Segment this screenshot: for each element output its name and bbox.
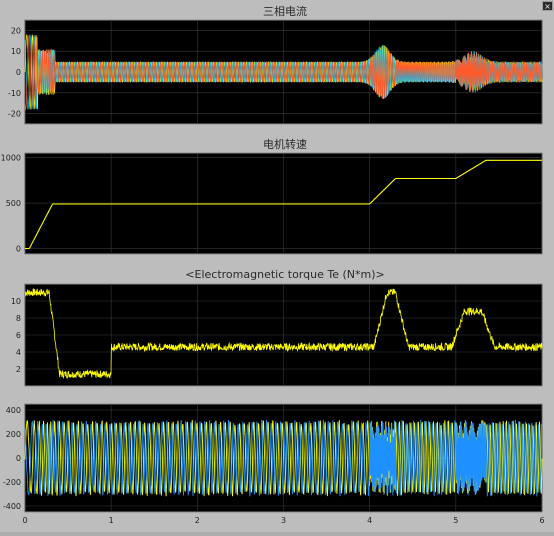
plot-title-speed: 电机转速 [263, 137, 307, 151]
ytick-label: -20 [8, 110, 21, 119]
xticks: 0 1 2 3 4 5 6 [22, 516, 544, 525]
yticks-voltage: 400 200 0 -200 -400 [3, 406, 21, 511]
plot-title-torque: <Electromagnetic torque Te (N*m)> [185, 268, 384, 281]
xtick-label: 2 [195, 516, 200, 525]
xtick-label: 6 [539, 516, 544, 525]
ytick-label: 0 [16, 245, 21, 254]
yticks-current: 20 10 0 -10 -20 [8, 26, 21, 118]
scope-plots: 三相电流 20100-10-20 电机转速 10005000 <Electrom… [1, 4, 545, 525]
plot-speed: 电机转速 1000 500 0 [1, 137, 543, 255]
ytick-label: 0 [16, 68, 21, 77]
plot-torque: <Electromagnetic torque Te (N*m)> 10 8 6 4 2 [11, 268, 543, 387]
yticks-speed: 1000 500 0 [1, 154, 21, 254]
ytick-label: 1000 [1, 154, 21, 163]
xtick-label: 0 [22, 516, 27, 525]
plot-voltage: 400 200 0 -200 -400 0 1 2 3 4 5 6 [3, 403, 545, 525]
ytick-label: 400 [6, 406, 21, 415]
ytick-label: 200 [6, 430, 21, 439]
xtick-label: 3 [281, 516, 286, 525]
ytick-label: 2 [16, 365, 21, 374]
ytick-label: 10 [11, 297, 21, 306]
ytick-label: 0 [16, 454, 21, 463]
ytick-label: 4 [16, 348, 21, 357]
plot-title-current: 三相电流 [263, 4, 307, 18]
ytick-label: 8 [16, 314, 21, 323]
ytick-label: 500 [6, 199, 21, 208]
ytick-label: 10 [11, 47, 21, 56]
xtick-label: 5 [453, 516, 458, 525]
xtick-label: 1 [109, 516, 114, 525]
xtick-label: 4 [367, 516, 372, 525]
ytick-label: -10 [8, 89, 21, 98]
yticks-torque: 10 8 6 4 2 [11, 297, 21, 374]
ytick-label: 20 [11, 26, 21, 35]
ytick-label: 6 [16, 331, 21, 340]
scope-window: × 三相电流 20 10 0 -10 -20 电机转速 1000 500 0 <Electr… [0, 0, 554, 532]
ytick-label: -400 [3, 502, 21, 511]
plot-current: 三相电流 20 10 0 -10 -20 [8, 4, 543, 125]
close-button[interactable]: × [542, 1, 553, 11]
ytick-label: -200 [3, 478, 21, 487]
